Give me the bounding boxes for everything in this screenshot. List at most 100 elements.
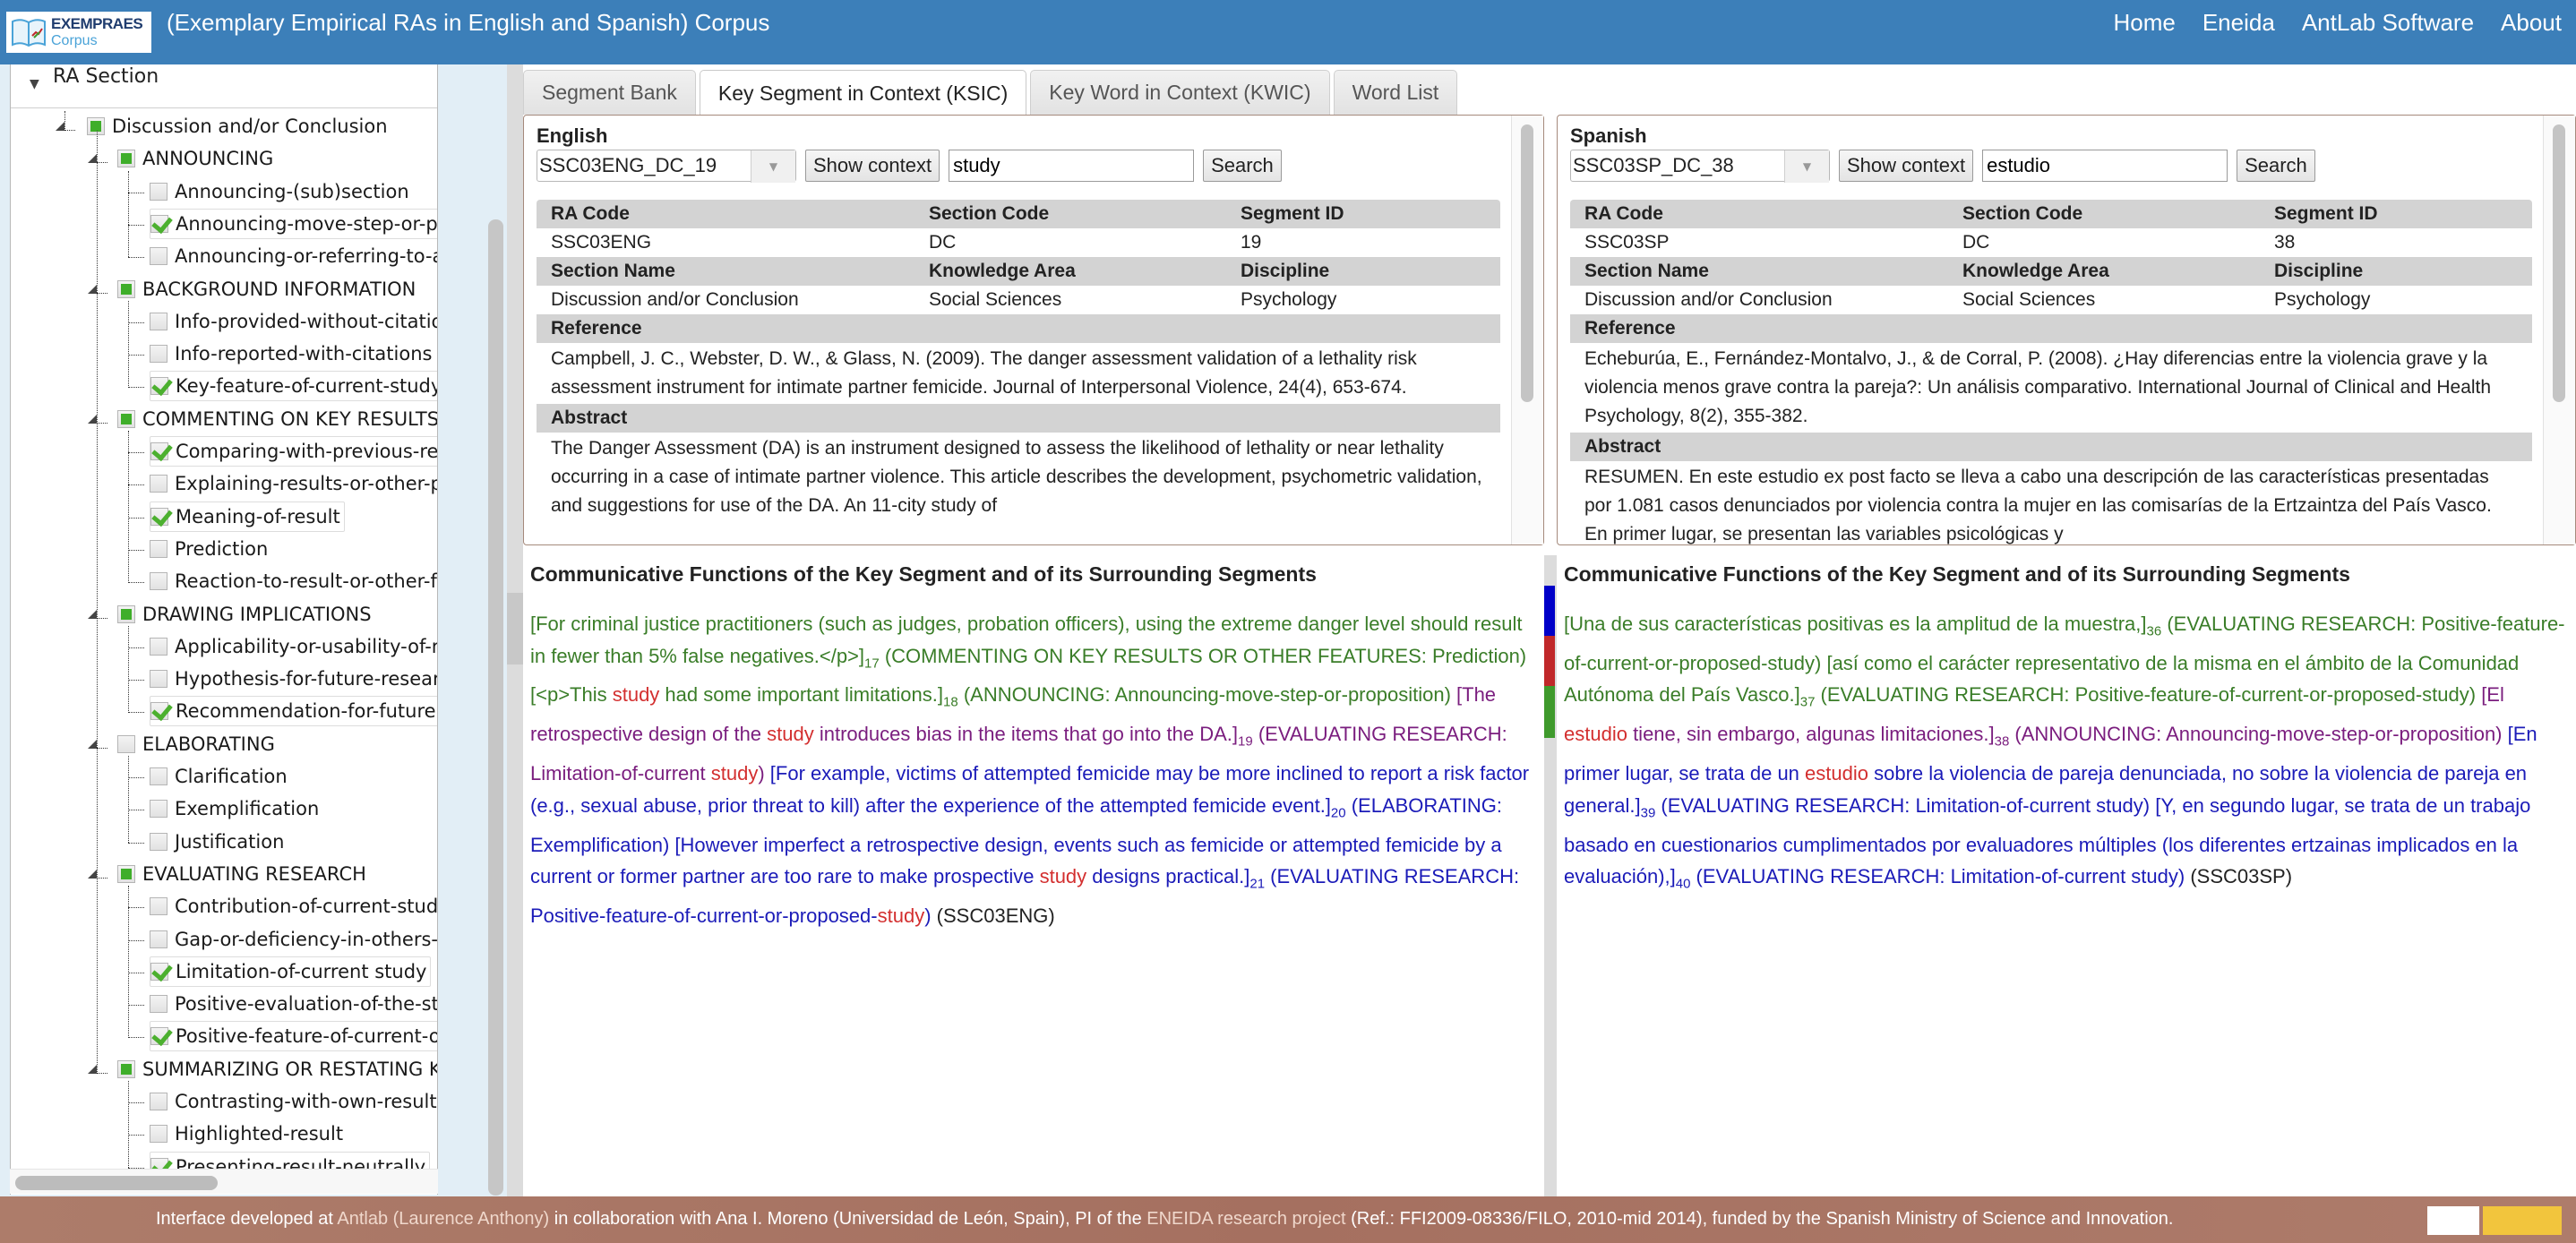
collapse-triangle-icon[interactable]: ▼: [30, 77, 39, 91]
tree-item[interactable]: Applicability-or-usability-of-results: [150, 631, 437, 662]
tree-group-summarizing-or-restating-key-results[interactable]: SUMMARIZING OR RESTATING KEY RESULTS: [117, 1054, 437, 1084]
scroll-thumb[interactable]: [2553, 124, 2565, 402]
tree-item[interactable]: Contribution-of-current-study: [150, 891, 437, 922]
checkbox-empty-icon[interactable]: [117, 734, 135, 753]
antlab-link[interactable]: Antlab (Laurence Anthony): [337, 1209, 549, 1229]
checkbox-partial-icon[interactable]: [87, 117, 105, 135]
tree-item[interactable]: Positive-feature-of-current-or-proposed-…: [150, 1021, 437, 1052]
english-segment-select[interactable]: SSC03ENG_DC_19 ▼: [537, 150, 796, 183]
checkbox-empty-icon[interactable]: [150, 345, 167, 364]
tree-item[interactable]: Announcing-(sub)section: [150, 176, 409, 207]
tree-item[interactable]: Positive-evaluation-of-the-state: [150, 989, 437, 1019]
expander-icon[interactable]: [88, 1064, 97, 1074]
tree-item[interactable]: Comparing-with-previous-research: [150, 436, 437, 467]
tree-item[interactable]: Explaining-results-or-other-phenomena: [150, 468, 437, 499]
tree-item[interactable]: Reaction-to-result-or-other-feature: [150, 566, 437, 596]
checkbox-checked-icon[interactable]: [150, 1027, 168, 1046]
tree-item[interactable]: Contrasting-with-own-results: [150, 1086, 437, 1117]
tab-ksic[interactable]: Key Segment in Context (KSIC): [699, 70, 1027, 116]
checkbox-empty-icon[interactable]: [150, 637, 167, 656]
checkbox-empty-icon[interactable]: [150, 182, 167, 201]
checkbox-empty-icon[interactable]: [150, 539, 167, 558]
nav-antlab-software[interactable]: AntLab Software: [2302, 9, 2474, 37]
checkbox-empty-icon[interactable]: [150, 995, 167, 1014]
checkbox-empty-icon[interactable]: [150, 475, 167, 493]
tree-item[interactable]: Gap-or-deficiency-in-others-research: [150, 924, 437, 955]
ra-section-header[interactable]: ▼ RA Section: [11, 64, 437, 108]
checkbox-empty-icon[interactable]: [150, 1125, 167, 1144]
nav-eneida[interactable]: Eneida: [2202, 9, 2275, 37]
exempraes-logo[interactable]: EXEMPRAES Corpus: [6, 12, 151, 53]
eneida-link[interactable]: ENEIDA research project: [1146, 1209, 1345, 1229]
tree-group-evaluating-research[interactable]: EVALUATING RESEARCH: [117, 859, 366, 889]
tree-item[interactable]: Announcing-move-step-or-proposition: [150, 208, 437, 239]
spanish-segment-select[interactable]: SSC03SP_DC_38 ▼: [1570, 150, 1830, 183]
sidebar-vertical-scrollbar[interactable]: [488, 219, 503, 1196]
spanish-pane-scrollbar[interactable]: [2543, 116, 2575, 544]
checkbox-checked-icon[interactable]: [150, 702, 168, 721]
dropdown-arrow-icon[interactable]: ▼: [1784, 150, 1829, 183]
expander-icon[interactable]: [88, 154, 97, 164]
scroll-thumb[interactable]: [1521, 124, 1533, 402]
tree-item[interactable]: Highlighted-result: [150, 1119, 343, 1149]
checkbox-partial-icon[interactable]: [117, 150, 135, 168]
checkbox-empty-icon[interactable]: [150, 930, 167, 948]
checkbox-empty-icon[interactable]: [150, 572, 167, 591]
english-show-context-button[interactable]: Show context: [805, 150, 940, 182]
tree-item[interactable]: Recommendation-for-future: [150, 696, 437, 727]
tree-item[interactable]: Announcing-or-referring-to-an-: [150, 241, 437, 271]
tree-item[interactable]: Key-feature-of-current-study: [150, 371, 437, 402]
checkbox-partial-icon[interactable]: [117, 279, 135, 298]
tree-group-background-information[interactable]: BACKGROUND INFORMATION: [117, 274, 416, 304]
tree-section-discussion[interactable]: Discussion and/or Conclusion: [87, 111, 388, 141]
tree-item[interactable]: Info-reported-with-citations: [150, 339, 432, 369]
tree-item[interactable]: Hypothesis-for-future-research: [150, 664, 437, 694]
checkbox-checked-icon[interactable]: [150, 442, 168, 460]
tree-item[interactable]: Limitation-of-current study: [150, 956, 432, 987]
expander-icon[interactable]: [88, 869, 97, 879]
tree-group-commenting-on-key-results-or-other-features[interactable]: COMMENTING ON KEY RESULTS OR OTHER FEATU…: [117, 404, 437, 434]
sidebar-horizontal-scrollbar[interactable]: [10, 1169, 438, 1194]
tree-item[interactable]: Clarification: [150, 761, 288, 792]
tab-word-list[interactable]: Word List: [1333, 70, 1458, 115]
checkbox-empty-icon[interactable]: [150, 897, 167, 916]
spanish-show-context-button[interactable]: Show context: [1839, 150, 1974, 182]
sidebar-horizontal-scroll-thumb[interactable]: [15, 1176, 218, 1190]
tree-item[interactable]: Exemplification: [150, 793, 319, 824]
checkbox-empty-icon[interactable]: [150, 670, 167, 689]
tree-item[interactable]: Prediction: [150, 534, 268, 564]
dropdown-arrow-icon[interactable]: ▼: [751, 150, 795, 183]
english-pane-scrollbar[interactable]: [1511, 116, 1543, 544]
spanish-search-button[interactable]: Search: [2237, 150, 2315, 182]
nav-about[interactable]: About: [2501, 9, 2562, 37]
checkbox-checked-icon[interactable]: [150, 507, 168, 526]
tree-group-elaborating[interactable]: ELABORATING: [117, 729, 275, 759]
checkbox-checked-icon[interactable]: [150, 377, 168, 396]
expander-icon[interactable]: [88, 284, 97, 294]
english-search-input[interactable]: [949, 150, 1195, 182]
tab-kwic[interactable]: Key Word in Context (KWIC): [1030, 70, 1330, 115]
expander-icon[interactable]: [88, 739, 97, 749]
checkbox-checked-icon[interactable]: [150, 962, 168, 981]
tree-item[interactable]: Info-provided-without-citations: [150, 306, 437, 337]
expander-icon[interactable]: [88, 414, 97, 424]
checkbox-empty-icon[interactable]: [150, 800, 167, 819]
checkbox-partial-icon[interactable]: [117, 409, 135, 428]
checkbox-empty-icon[interactable]: [150, 767, 167, 785]
checkbox-empty-icon[interactable]: [150, 247, 167, 266]
checkbox-checked-icon[interactable]: [150, 214, 168, 233]
spanish-search-input[interactable]: [1982, 150, 2228, 182]
checkbox-partial-icon[interactable]: [117, 604, 135, 623]
tree-item[interactable]: Meaning-of-result: [150, 501, 345, 532]
checkbox-empty-icon[interactable]: [150, 832, 167, 851]
tab-segment-bank[interactable]: Segment Bank: [523, 70, 696, 115]
tree-item[interactable]: Justification: [150, 827, 284, 857]
checkbox-partial-icon[interactable]: [117, 1059, 135, 1078]
checkbox-partial-icon[interactable]: [117, 864, 135, 883]
nav-home[interactable]: Home: [2113, 9, 2175, 37]
expander-icon[interactable]: [56, 122, 64, 131]
checkbox-empty-icon[interactable]: [150, 312, 167, 330]
tree-group-announcing[interactable]: ANNOUNCING: [117, 143, 273, 174]
checkbox-empty-icon[interactable]: [150, 1093, 167, 1110]
tree-group-drawing-implications[interactable]: DRAWING IMPLICATIONS: [117, 599, 372, 630]
